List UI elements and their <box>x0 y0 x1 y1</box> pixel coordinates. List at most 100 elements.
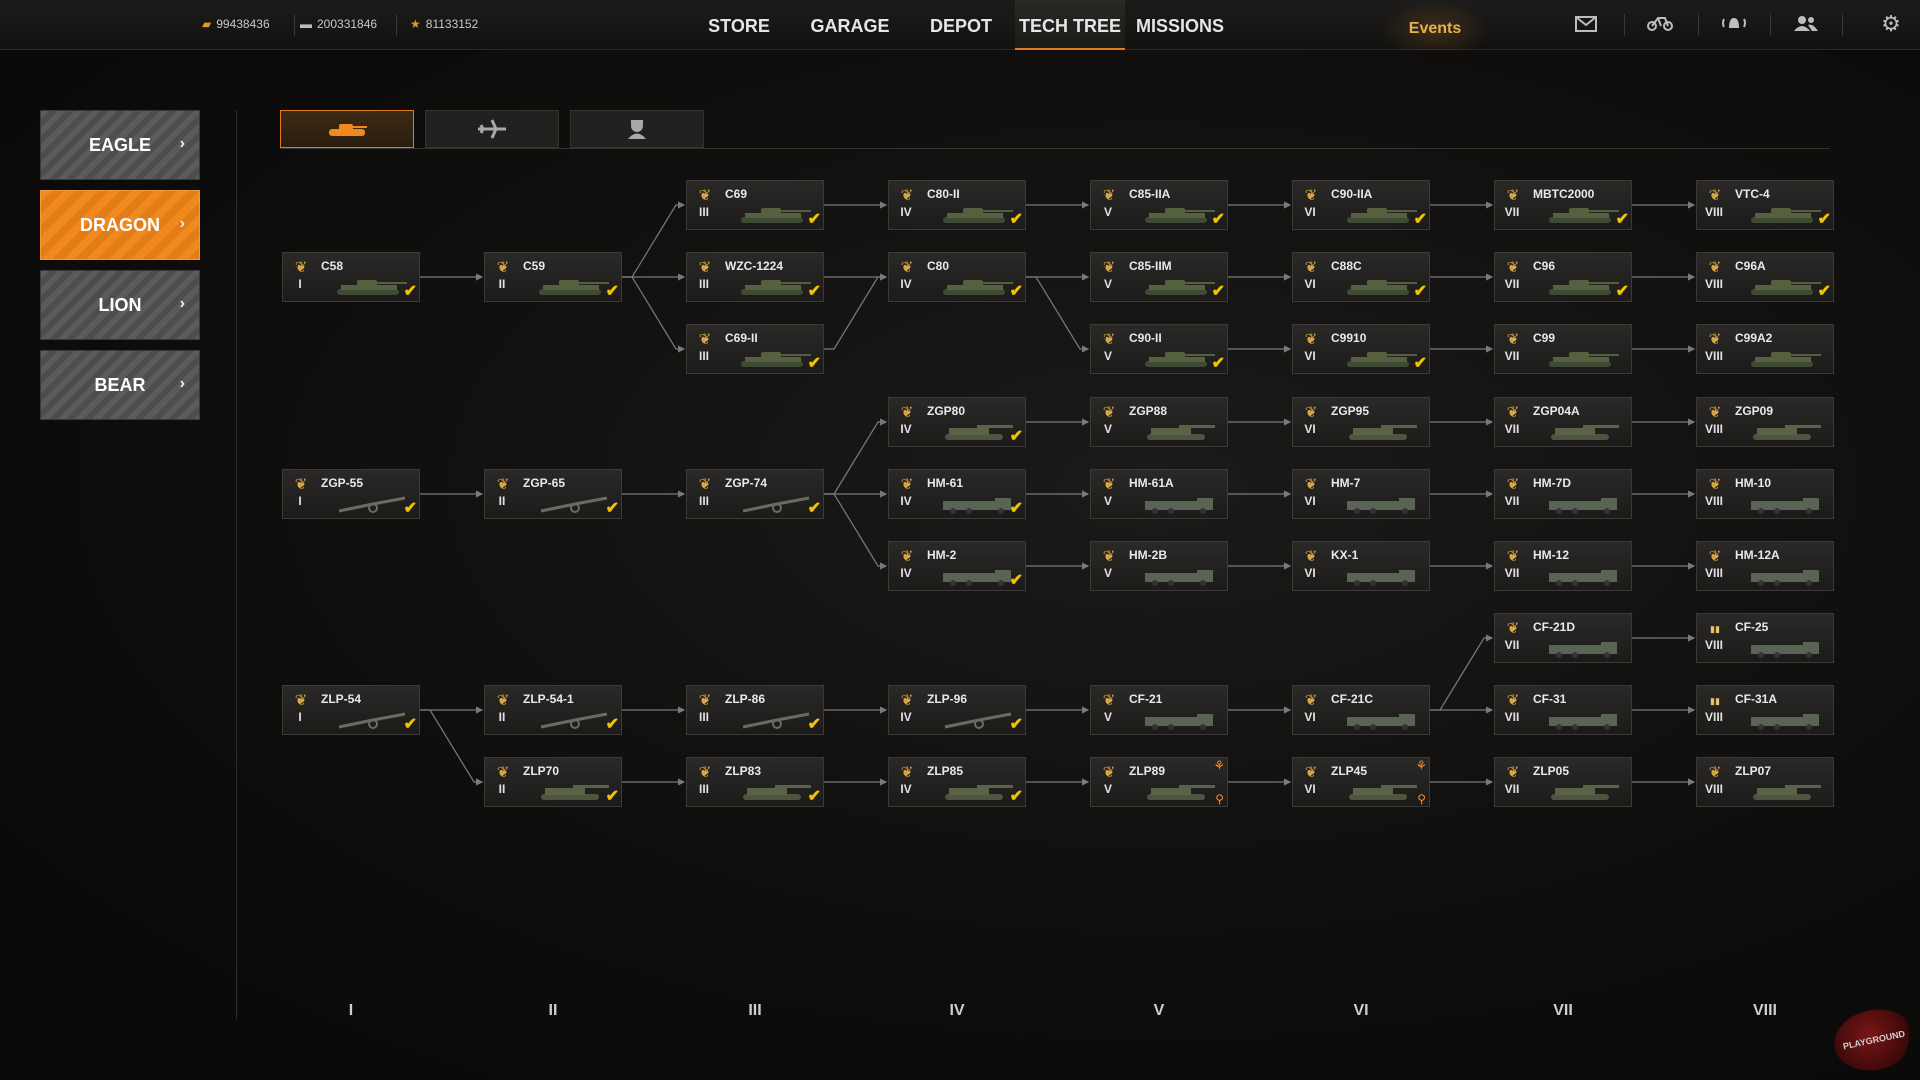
vehicle-card-hm-2b[interactable]: ❦ HM-2B V <box>1090 541 1228 591</box>
vehicle-card-hm-7d[interactable]: ❦ HM-7D VII <box>1494 469 1632 519</box>
vehicle-card-zgp80[interactable]: ❦ ZGP80 IV ✔ <box>888 397 1026 447</box>
vehicle-silhouette <box>939 205 1017 225</box>
vehicle-name: ZGP80 <box>927 404 966 418</box>
researched-check-icon: ✔ <box>403 500 417 517</box>
vehicle-card-zgp04a[interactable]: ❦ ZGP04A VII <box>1494 397 1632 447</box>
vehicle-card-c58[interactable]: ❦ C58 I ✔ <box>282 252 420 302</box>
vehicle-tier: VII <box>1504 422 1520 436</box>
vehicle-tier: VIII <box>1704 205 1723 219</box>
vehicle-card-hm-12[interactable]: ❦ HM-12 VII <box>1494 541 1632 591</box>
vehicle-card-vtc-4[interactable]: ❦ VTC-4 VIII ✔ <box>1696 180 1834 230</box>
vehicle-tier: VI <box>1304 494 1316 508</box>
vehicle-card-zlp45[interactable]: ❦ ZLP45 VI ⚘ ⚲ <box>1292 757 1430 807</box>
vehicle-card-c96[interactable]: ❦ C96 VII ✔ <box>1494 252 1632 302</box>
vehicle-tier: VIII <box>1704 349 1723 363</box>
vehicle-card-cf-21d[interactable]: ❦ CF-21D VII <box>1494 613 1632 663</box>
researched-check-icon: ✔ <box>1413 283 1427 300</box>
vehicle-card-hm-61[interactable]: ❦ HM-61 IV ✔ <box>888 469 1026 519</box>
vehicle-card-hm-10[interactable]: ❦ HM-10 VIII <box>1696 469 1834 519</box>
vehicle-name: HM-2B <box>1129 548 1167 562</box>
vehicle-card-zlp89[interactable]: ❦ ZLP89 V ⚘ ⚲ <box>1090 757 1228 807</box>
rank-emblem-icon: ❦ <box>1102 476 1116 493</box>
vehicle-card-mbtc2000[interactable]: ❦ MBTC2000 VII ✔ <box>1494 180 1632 230</box>
vehicle-card-zlp85[interactable]: ❦ ZLP85 IV ✔ <box>888 757 1026 807</box>
vehicle-card-hm-12a[interactable]: ❦ HM-12A VIII <box>1696 541 1834 591</box>
rank-emblem-icon: ❦ <box>1304 764 1318 781</box>
vehicle-card-hm-2[interactable]: ❦ HM-2 IV ✔ <box>888 541 1026 591</box>
vehicle-card-wzc-1224[interactable]: ❦ WZC-1224 III ✔ <box>686 252 824 302</box>
vehicle-card-c88c[interactable]: ❦ C88C VI ✔ <box>1292 252 1430 302</box>
vehicle-card-zgp09[interactable]: ❦ ZGP09 VIII <box>1696 397 1834 447</box>
vehicle-silhouette <box>333 710 411 730</box>
vehicle-card-c90-ii[interactable]: ❦ C90-II V ✔ <box>1090 324 1228 374</box>
vehicle-card-cf-31a[interactable]: ▮▮ CF-31A VIII <box>1696 685 1834 735</box>
vehicle-silhouette <box>535 710 613 730</box>
vehicle-card-c90-iia[interactable]: ❦ C90-IIA VI ✔ <box>1292 180 1430 230</box>
vehicle-name: ZLP-96 <box>927 692 968 706</box>
vehicle-card-c99a2[interactable]: ❦ C99A2 VIII <box>1696 324 1834 374</box>
vehicle-silhouette <box>1747 710 1825 730</box>
vehicle-tier: V <box>1103 782 1112 796</box>
vehicle-card-hm-61a[interactable]: ❦ HM-61A V <box>1090 469 1228 519</box>
magnifier-icon: ⚲ <box>1215 792 1224 806</box>
vehicle-silhouette <box>939 710 1017 730</box>
vehicle-name: C69-II <box>725 331 758 345</box>
vehicle-name: HM-12A <box>1735 548 1780 562</box>
vehicle-card-zgp-65[interactable]: ❦ ZGP-65 II ✔ <box>484 469 622 519</box>
vehicle-card-hm-7[interactable]: ❦ HM-7 VI <box>1292 469 1430 519</box>
vehicle-card-cf-21c[interactable]: ❦ CF-21C VI <box>1292 685 1430 735</box>
vehicle-card-zlp83[interactable]: ❦ ZLP83 III ✔ <box>686 757 824 807</box>
vehicle-silhouette <box>939 277 1017 297</box>
rank-emblem-icon: ❦ <box>698 476 712 493</box>
rank-emblem-icon: ❦ <box>1708 259 1722 276</box>
vehicle-silhouette <box>1141 277 1219 297</box>
vehicle-name: ZLP83 <box>725 764 762 778</box>
vehicle-card-zlp-54-1[interactable]: ❦ ZLP-54-1 II ✔ <box>484 685 622 735</box>
vehicle-card-zlp70[interactable]: ❦ ZLP70 II ✔ <box>484 757 622 807</box>
vehicle-card-zgp-55[interactable]: ❦ ZGP-55 I ✔ <box>282 469 420 519</box>
vehicle-card-c99[interactable]: ❦ C99 VII <box>1494 324 1632 374</box>
vehicle-card-c69-ii[interactable]: ❦ C69-II III ✔ <box>686 324 824 374</box>
rank-emblem-icon: ❦ <box>496 764 510 781</box>
vehicle-card-cf-31[interactable]: ❦ CF-31 VII <box>1494 685 1632 735</box>
tree-link <box>622 276 686 353</box>
vehicle-card-c59[interactable]: ❦ C59 II ✔ <box>484 252 622 302</box>
vehicle-name: C9910 <box>1331 331 1367 345</box>
vehicle-card-zgp-74[interactable]: ❦ ZGP-74 III ✔ <box>686 469 824 519</box>
vehicle-card-kx-1[interactable]: ❦ KX-1 VI <box>1292 541 1430 591</box>
rank-emblem-icon: ❦ <box>1708 548 1722 565</box>
premium-icon: ▮▮ <box>1710 696 1720 706</box>
vehicle-card-zlp07[interactable]: ❦ ZLP07 VIII <box>1696 757 1834 807</box>
vehicle-card-zgp95[interactable]: ❦ ZGP95 VI <box>1292 397 1430 447</box>
vehicle-silhouette <box>737 710 815 730</box>
vehicle-name: HM-7D <box>1533 476 1571 490</box>
researched-check-icon: ✔ <box>807 283 821 300</box>
vehicle-card-cf-25[interactable]: ▮▮ CF-25 VIII <box>1696 613 1834 663</box>
vehicle-card-c9910[interactable]: ❦ C9910 VI ✔ <box>1292 324 1430 374</box>
vehicle-card-c80-ii[interactable]: ❦ C80-II IV ✔ <box>888 180 1026 230</box>
vehicle-card-zgp88[interactable]: ❦ ZGP88 V <box>1090 397 1228 447</box>
vehicle-silhouette <box>939 566 1017 586</box>
vehicle-card-c96a[interactable]: ❦ C96A VIII ✔ <box>1696 252 1834 302</box>
vehicle-card-c69[interactable]: ❦ C69 III ✔ <box>686 180 824 230</box>
vehicle-tier: IV <box>900 782 912 796</box>
vehicle-card-zlp-96[interactable]: ❦ ZLP-96 IV ✔ <box>888 685 1026 735</box>
researched-check-icon: ✔ <box>1009 572 1023 589</box>
vehicle-card-c80[interactable]: ❦ C80 IV ✔ <box>888 252 1026 302</box>
vehicle-tier: I <box>298 494 302 508</box>
vehicle-card-zlp-86[interactable]: ❦ ZLP-86 III ✔ <box>686 685 824 735</box>
vehicle-tier: II <box>498 277 506 291</box>
vehicle-silhouette <box>1747 205 1825 225</box>
vehicle-card-c85-iia[interactable]: ❦ C85-IIA V ✔ <box>1090 180 1228 230</box>
vehicle-card-zlp-54[interactable]: ❦ ZLP-54 I ✔ <box>282 685 420 735</box>
researched-check-icon: ✔ <box>1413 355 1427 372</box>
vehicle-card-cf-21[interactable]: ❦ CF-21 V <box>1090 685 1228 735</box>
vehicle-silhouette <box>1545 277 1623 297</box>
vehicle-card-zlp05[interactable]: ❦ ZLP05 VII <box>1494 757 1632 807</box>
vehicle-tier: III <box>698 782 709 796</box>
vehicle-tier: VI <box>1304 782 1316 796</box>
vehicle-tier: IV <box>900 494 912 508</box>
vehicle-name: ZGP-55 <box>321 476 364 490</box>
researched-check-icon: ✔ <box>403 283 417 300</box>
vehicle-card-c85-iim[interactable]: ❦ C85-IIM V ✔ <box>1090 252 1228 302</box>
